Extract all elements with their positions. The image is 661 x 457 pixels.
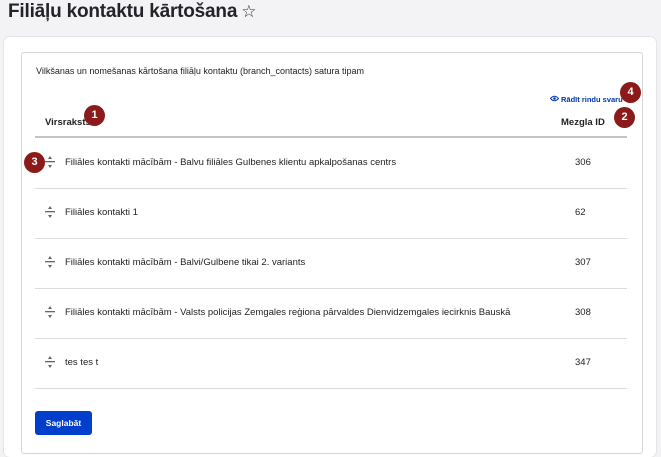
column-header-node-id: Mezgla ID	[561, 117, 605, 128]
save-button[interactable]: Saglabāt	[35, 411, 92, 435]
annotation-marker-1: 1	[84, 105, 105, 126]
page-title: Filiāļu kontaktu kārtošana ☆	[8, 1, 256, 23]
row-node-id: 347	[575, 357, 591, 368]
drag-handle-icon[interactable]	[44, 205, 56, 219]
table-row: Filiāles kontakti mācībām - Valsts polic…	[35, 288, 627, 339]
annotation-marker-2: 2	[614, 107, 635, 128]
eye-icon	[549, 95, 560, 104]
row-title: Filiāles kontakti mācībām - Balvi/Gulben…	[65, 257, 306, 268]
table-caption: Vilkšanas un nomešanas kārtošana filiāļu…	[36, 66, 365, 76]
row-node-id: 308	[575, 307, 591, 318]
drag-handle-icon[interactable]	[44, 305, 56, 319]
show-row-weights-link[interactable]: Rādīt rindu svaru	[549, 95, 623, 104]
star-icon[interactable]: ☆	[241, 2, 256, 22]
row-title: Filiāles kontakti 1	[65, 207, 138, 218]
annotation-marker-4: 4	[620, 82, 641, 103]
table-row: tes tes t 347	[35, 338, 627, 389]
table-row: Filiāles kontakti mācībām - Balvu filiāl…	[35, 138, 627, 189]
drag-handle-icon[interactable]	[44, 255, 56, 269]
show-row-weights-label: Rādīt rindu svaru	[561, 95, 623, 104]
row-node-id: 62	[575, 207, 586, 218]
page-title-text: Filiāļu kontaktu kārtošana	[8, 1, 238, 22]
row-node-id: 307	[575, 257, 591, 268]
row-title: tes tes t	[65, 357, 99, 368]
table-row: Filiāles kontakti 1 62	[35, 188, 627, 239]
annotation-marker-3: 3	[24, 152, 45, 173]
drag-handle-icon[interactable]	[44, 355, 56, 369]
row-node-id: 306	[575, 157, 591, 168]
row-title: Filiāles kontakti mācībām - Balvu filiāl…	[65, 157, 397, 168]
table-row: Filiāles kontakti mācībām - Balvi/Gulben…	[35, 238, 627, 289]
row-title: Filiāles kontakti mācībām - Valsts polic…	[65, 307, 511, 318]
drag-handle-icon[interactable]	[44, 155, 56, 169]
